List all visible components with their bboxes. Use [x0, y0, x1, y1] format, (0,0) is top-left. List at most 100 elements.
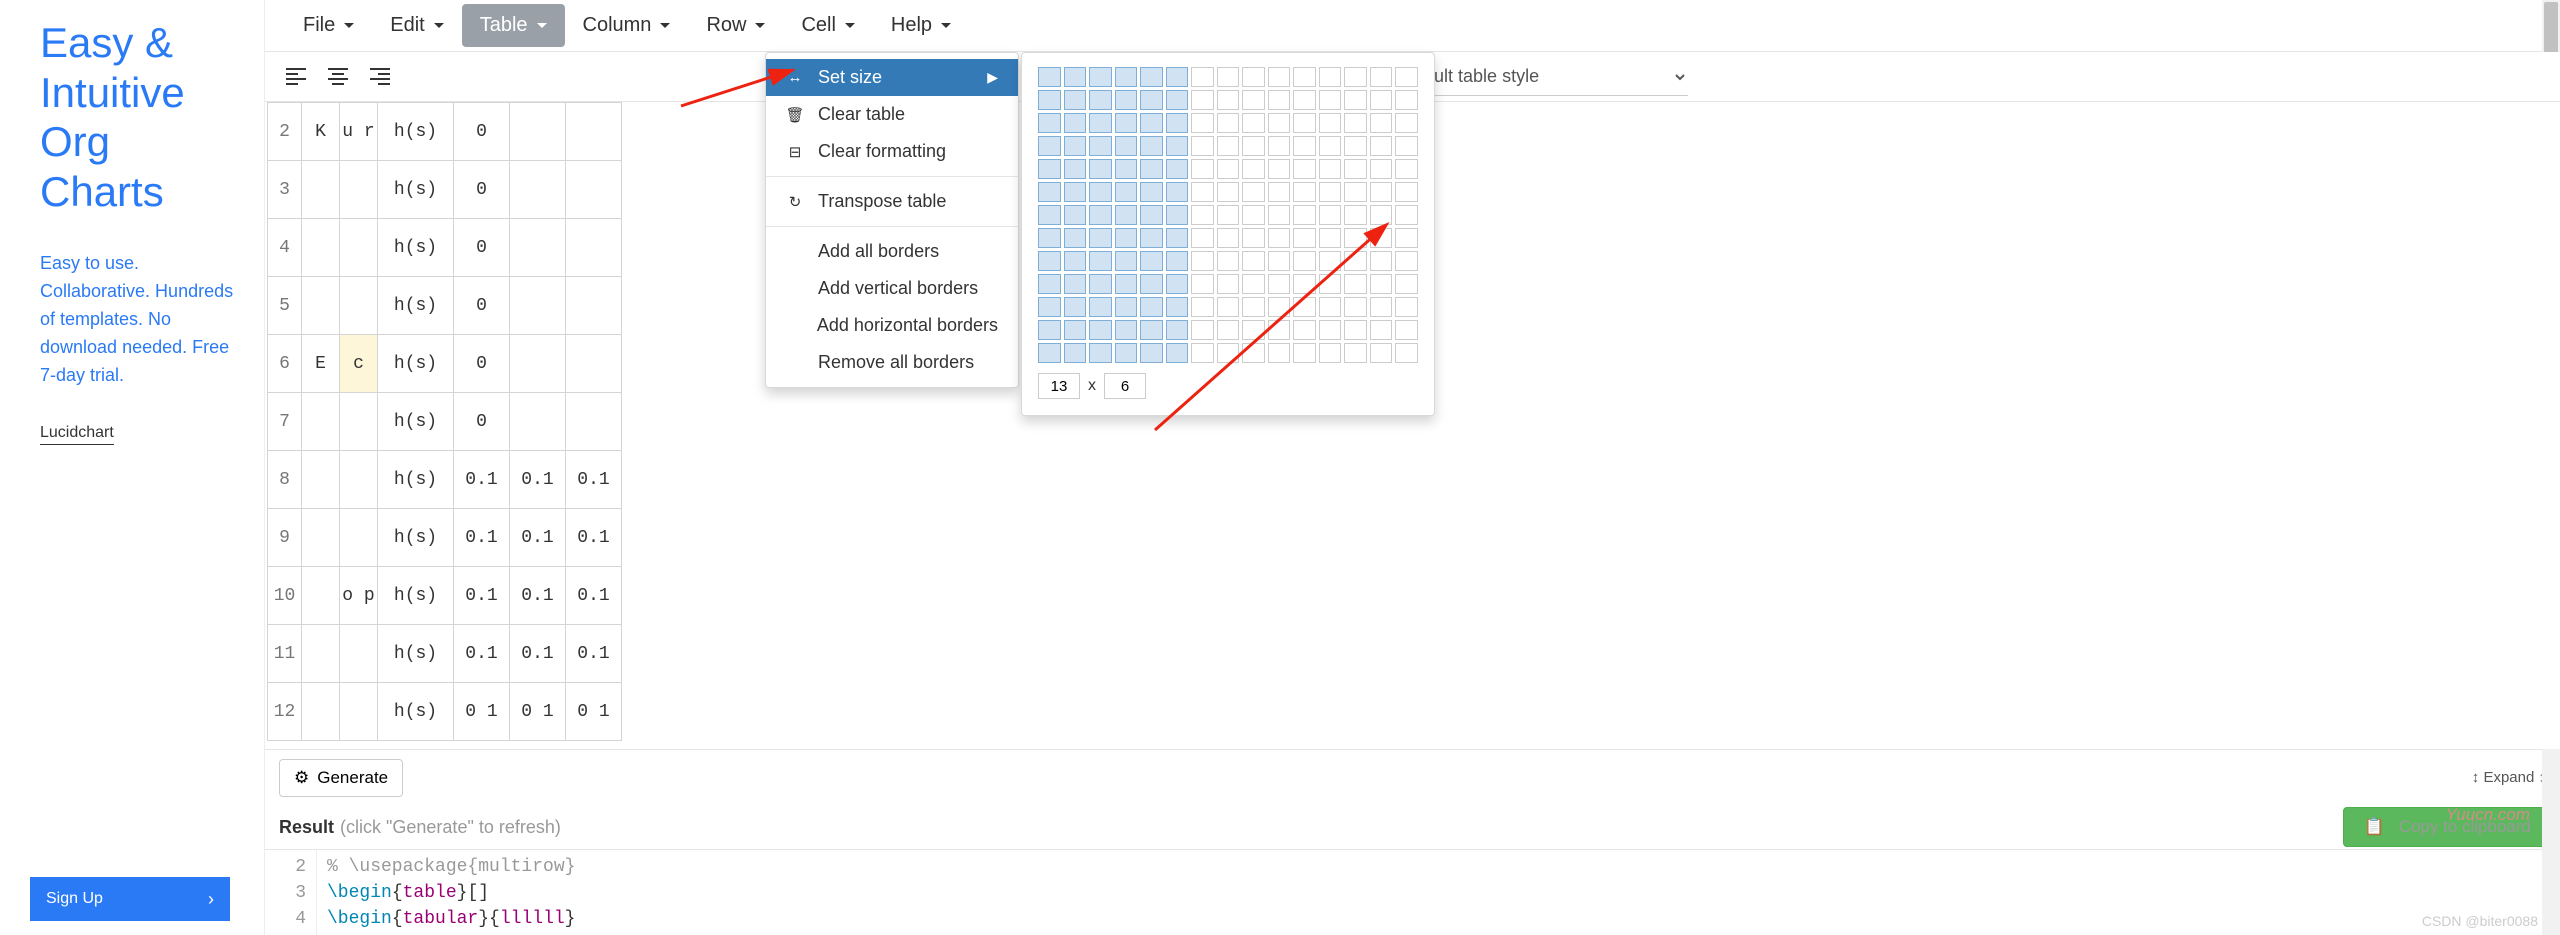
table-cell[interactable] — [302, 625, 340, 683]
grid-cell[interactable] — [1115, 320, 1138, 340]
size-grid[interactable] — [1038, 67, 1418, 363]
table-row[interactable]: 8h(s)0.10.10.1 — [268, 451, 622, 509]
grid-cell[interactable] — [1089, 159, 1112, 179]
grid-cell[interactable] — [1344, 205, 1367, 225]
grid-cell[interactable] — [1268, 90, 1291, 110]
grid-cell[interactable] — [1191, 297, 1214, 317]
grid-cell[interactable] — [1370, 343, 1393, 363]
grid-cell[interactable] — [1191, 320, 1214, 340]
table-cell[interactable]: h(s) — [378, 625, 454, 683]
menu-item-add-all-borders[interactable]: Add all borders — [766, 233, 1018, 270]
grid-cell[interactable] — [1293, 205, 1316, 225]
grid-cell[interactable] — [1319, 320, 1342, 340]
grid-cell[interactable] — [1064, 297, 1087, 317]
table-cell[interactable]: 0.1 — [510, 625, 566, 683]
grid-cell[interactable] — [1089, 113, 1112, 133]
grid-cell[interactable] — [1319, 90, 1342, 110]
grid-cell[interactable] — [1217, 136, 1240, 156]
table-cell[interactable]: 0.1 — [566, 451, 622, 509]
grid-cell[interactable] — [1038, 274, 1061, 294]
grid-cell[interactable] — [1089, 67, 1112, 87]
grid-cell[interactable] — [1268, 274, 1291, 294]
grid-cell[interactable] — [1293, 90, 1316, 110]
grid-cell[interactable] — [1064, 205, 1087, 225]
table-cell[interactable]: 0.1 — [454, 509, 510, 567]
grid-cell[interactable] — [1293, 297, 1316, 317]
table-row[interactable]: 6Ech(s)0 — [268, 335, 622, 393]
table-cell[interactable] — [566, 393, 622, 451]
grid-cell[interactable] — [1166, 113, 1189, 133]
grid-cell[interactable] — [1395, 159, 1418, 179]
grid-cell[interactable] — [1344, 251, 1367, 271]
grid-cell[interactable] — [1344, 297, 1367, 317]
grid-cell[interactable] — [1191, 228, 1214, 248]
grid-cell[interactable] — [1166, 297, 1189, 317]
table-row[interactable]: 5h(s)0 — [268, 277, 622, 335]
grid-cell[interactable] — [1140, 182, 1163, 202]
grid-cell[interactable] — [1038, 182, 1061, 202]
grid-cell[interactable] — [1064, 228, 1087, 248]
grid-cell[interactable] — [1217, 159, 1240, 179]
grid-cell[interactable] — [1140, 136, 1163, 156]
grid-cell[interactable] — [1089, 274, 1112, 294]
grid-cell[interactable] — [1140, 159, 1163, 179]
grid-cell[interactable] — [1089, 251, 1112, 271]
table-cell[interactable] — [302, 219, 340, 277]
grid-cell[interactable] — [1166, 136, 1189, 156]
table-cell[interactable] — [340, 625, 378, 683]
grid-cell[interactable] — [1319, 343, 1342, 363]
grid-cell[interactable] — [1089, 343, 1112, 363]
table-cell[interactable]: h(s) — [378, 683, 454, 741]
menu-item-add-horizontal-borders[interactable]: Add horizontal borders — [766, 307, 1018, 344]
table-cell[interactable]: 0.1 — [566, 509, 622, 567]
grid-cell[interactable] — [1344, 343, 1367, 363]
grid-cell[interactable] — [1370, 67, 1393, 87]
table-cell[interactable] — [510, 393, 566, 451]
grid-cell[interactable] — [1217, 67, 1240, 87]
grid-cell[interactable] — [1217, 274, 1240, 294]
table-cell[interactable] — [340, 393, 378, 451]
grid-cell[interactable] — [1395, 90, 1418, 110]
grid-cell[interactable] — [1242, 113, 1265, 133]
grid-cell[interactable] — [1395, 228, 1418, 248]
grid-cell[interactable] — [1344, 159, 1367, 179]
grid-cell[interactable] — [1319, 274, 1342, 294]
grid-cell[interactable] — [1242, 297, 1265, 317]
grid-cell[interactable] — [1242, 228, 1265, 248]
table-cell[interactable]: 0.1 — [510, 451, 566, 509]
grid-cell[interactable] — [1344, 136, 1367, 156]
table-cell[interactable]: h(s) — [378, 509, 454, 567]
table-cell[interactable] — [302, 567, 340, 625]
grid-cell[interactable] — [1115, 113, 1138, 133]
table-row[interactable]: 2Ku rh(s)0 — [268, 103, 622, 161]
grid-cell[interactable] — [1344, 90, 1367, 110]
grid-cell[interactable] — [1115, 136, 1138, 156]
grid-cell[interactable] — [1217, 113, 1240, 133]
grid-cell[interactable] — [1268, 251, 1291, 271]
table-cell[interactable] — [302, 509, 340, 567]
grid-cell[interactable] — [1242, 136, 1265, 156]
grid-cell[interactable] — [1166, 274, 1189, 294]
grid-cell[interactable] — [1293, 159, 1316, 179]
grid-cell[interactable] — [1242, 205, 1265, 225]
table-cell[interactable]: 0 — [454, 277, 510, 335]
grid-cell[interactable] — [1242, 90, 1265, 110]
grid-cell[interactable] — [1166, 90, 1189, 110]
table-cell[interactable]: 0.1 — [510, 509, 566, 567]
grid-cell[interactable] — [1064, 274, 1087, 294]
table-cell[interactable]: 0 — [454, 103, 510, 161]
grid-cell[interactable] — [1293, 67, 1316, 87]
grid-cell[interactable] — [1064, 251, 1087, 271]
grid-cell[interactable] — [1293, 113, 1316, 133]
grid-cell[interactable] — [1293, 136, 1316, 156]
grid-cell[interactable] — [1268, 297, 1291, 317]
grid-cell[interactable] — [1140, 205, 1163, 225]
grid-cell[interactable] — [1089, 136, 1112, 156]
grid-cell[interactable] — [1242, 67, 1265, 87]
rows-input[interactable] — [1038, 373, 1080, 399]
table-cell[interactable] — [340, 277, 378, 335]
grid-cell[interactable] — [1191, 113, 1214, 133]
menu-item-transpose-table[interactable]: ↻Transpose table — [766, 183, 1018, 220]
menu-row[interactable]: Row — [688, 4, 783, 47]
grid-cell[interactable] — [1217, 343, 1240, 363]
